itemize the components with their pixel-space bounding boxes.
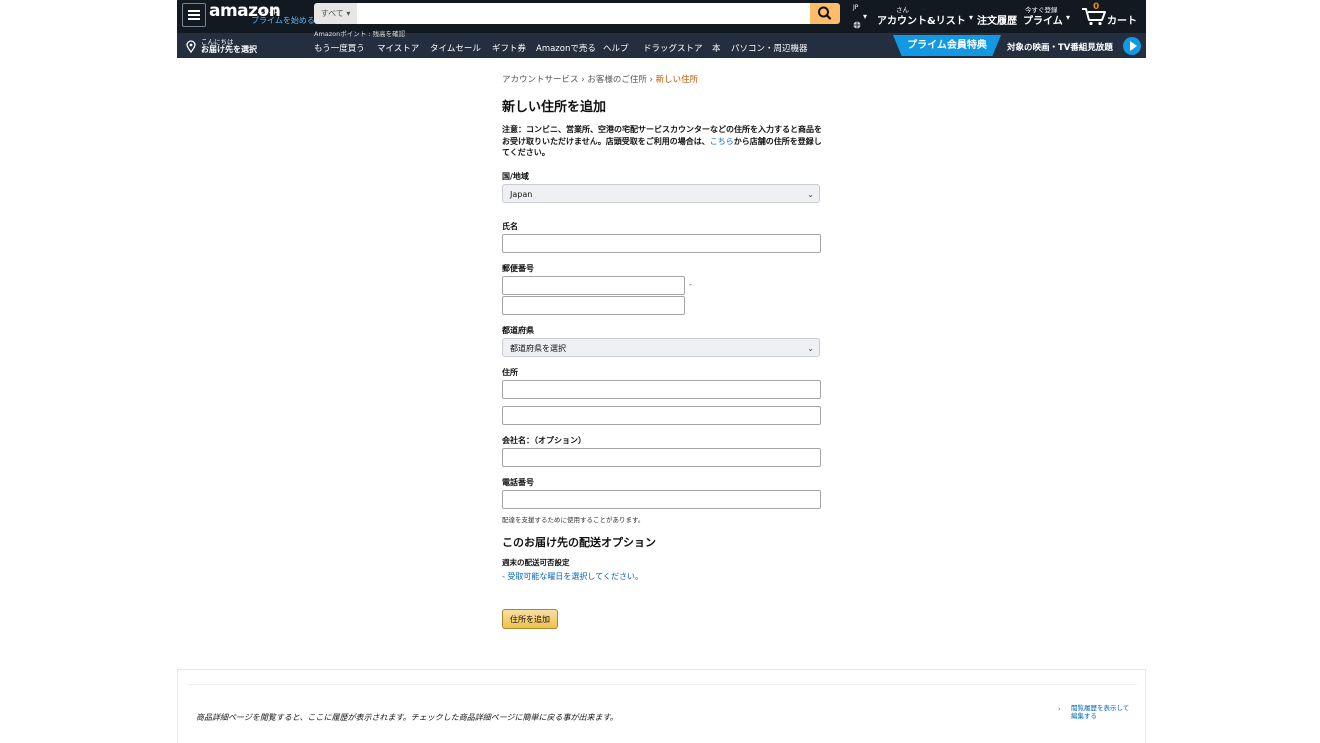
weekend-delivery-label: 週末の配送可否設定 [502,558,570,567]
chevron-down-icon: ⌄ [807,344,814,353]
store-pickup-link[interactable]: こちら [710,137,734,146]
country-value: Japan [510,190,533,199]
divider [188,684,1137,685]
globe-icon[interactable] [853,14,861,29]
postal-code-field-1[interactable] [502,276,685,295]
nav-link-books[interactable]: 本 [712,42,721,54]
logo-tld: .co.jp [257,6,279,15]
breadcrumb-addresses[interactable]: お客様のご住所 [587,75,647,85]
nav-link-time-sale[interactable]: タイムセール [430,42,481,54]
points-balance-link[interactable]: Amazonポイント : 残高を確認 [314,28,405,38]
phone-field[interactable] [502,490,821,509]
hamburger-menu-button[interactable] [182,3,206,27]
view-history-link[interactable]: 閲覧履歴を表示して編集する [1071,704,1131,720]
country-label: 国/地域 [502,172,529,181]
nav-link-drugstore[interactable]: ドラッグストア [643,42,703,54]
search-category-dropdown[interactable]: すべて ▾ [314,3,357,24]
account-lists-menu[interactable]: アカウント&リスト [877,12,966,27]
browsing-history-footer: 商品詳細ページを閲覧すると、ここに履歴が表示されます。チェックした商品詳細ページ… [177,669,1146,743]
address-line2-field[interactable] [502,406,821,425]
cart-label[interactable]: カート [1107,12,1137,27]
nav-link-pc[interactable]: パソコン・周辺機器 [731,42,808,54]
delivery-options-title: このお届け先の配送オプション [502,536,656,549]
logo-prime-link[interactable]: プライムを始める [251,15,315,26]
postal-dash: - [689,280,692,289]
breadcrumb-account-service[interactable]: アカウントサービス [502,75,579,85]
phone-label: 電話番号 [502,478,534,487]
warning-note: 注意：コンビニ、営業所、空港の宅配サービスカウンターなどの住所を入力すると商品を… [502,124,824,159]
name-label: 氏名 [502,222,518,231]
prime-benefits-banner[interactable]: プライム会員特典 [893,35,1001,56]
search-button[interactable] [810,3,840,24]
history-text: 商品詳細ページを閲覧すると、ここに履歴が表示されます。チェックした商品詳細ページ… [196,713,618,722]
breadcrumb-current: 新しい住所 [655,75,699,85]
company-label: 会社名：（オプション） [502,436,586,445]
address-label: 住所 [502,368,518,377]
deliver-to-link[interactable]: お届け先を選択 [201,44,257,55]
chevron-right-icon: › [1058,705,1061,713]
postal-code-field-2[interactable] [502,296,685,315]
cart-count: 0 [1093,2,1100,12]
page-title: 新しい住所を追加 [502,100,607,115]
company-field[interactable] [502,448,821,467]
account-chevron: ▾ [969,13,974,22]
play-icon[interactable] [1123,37,1141,55]
search-input[interactable] [357,3,810,24]
add-address-button[interactable]: 住所を追加 [502,609,558,629]
nav-link-help[interactable]: ヘルプ [603,42,629,54]
prime-menu[interactable]: プライム [1023,12,1063,27]
nav-link-gift-card[interactable]: ギフト券 [492,42,526,54]
location-pin-icon[interactable] [186,38,196,54]
nav-link-buy-again[interactable]: もう一度買う [314,42,365,54]
name-field[interactable] [502,234,821,253]
prefecture-label: 都道府県 [502,326,534,335]
prime-chevron: ▾ [1066,13,1071,22]
breadcrumb: アカウントサービス › お客様のご住所 › 新しい住所 [502,73,698,85]
prefecture-select[interactable]: 都道府県を選択 ⌄ [502,338,820,357]
prime-video-promo[interactable]: 対象の映画・TV番組見放題 [1007,41,1113,53]
weekend-delivery-link[interactable]: - 受取可能な曜日を選択してください。 [502,571,643,582]
language-chevron: ▾ [863,12,868,21]
orders-link[interactable]: 注文履歴 [977,12,1017,27]
search-icon [818,6,832,20]
prefecture-value: 都道府県を選択 [510,344,566,353]
nav-link-my-store[interactable]: マイストア [377,42,419,54]
country-select[interactable]: Japan ⌄ [502,184,820,203]
chevron-down-icon: ⌄ [807,190,814,199]
page: amazon .co.jp プライムを始める すべて ▾ JP ▾ さん アカウ… [177,0,1146,743]
language-code[interactable]: JP [853,4,858,11]
nav-link-sell[interactable]: Amazonで売る [536,42,596,54]
phone-help-text: 配達を支援するために使用することがあります。 [502,516,645,524]
postal-code-label: 郵便番号 [502,264,534,273]
address-line1-field[interactable] [502,380,821,399]
